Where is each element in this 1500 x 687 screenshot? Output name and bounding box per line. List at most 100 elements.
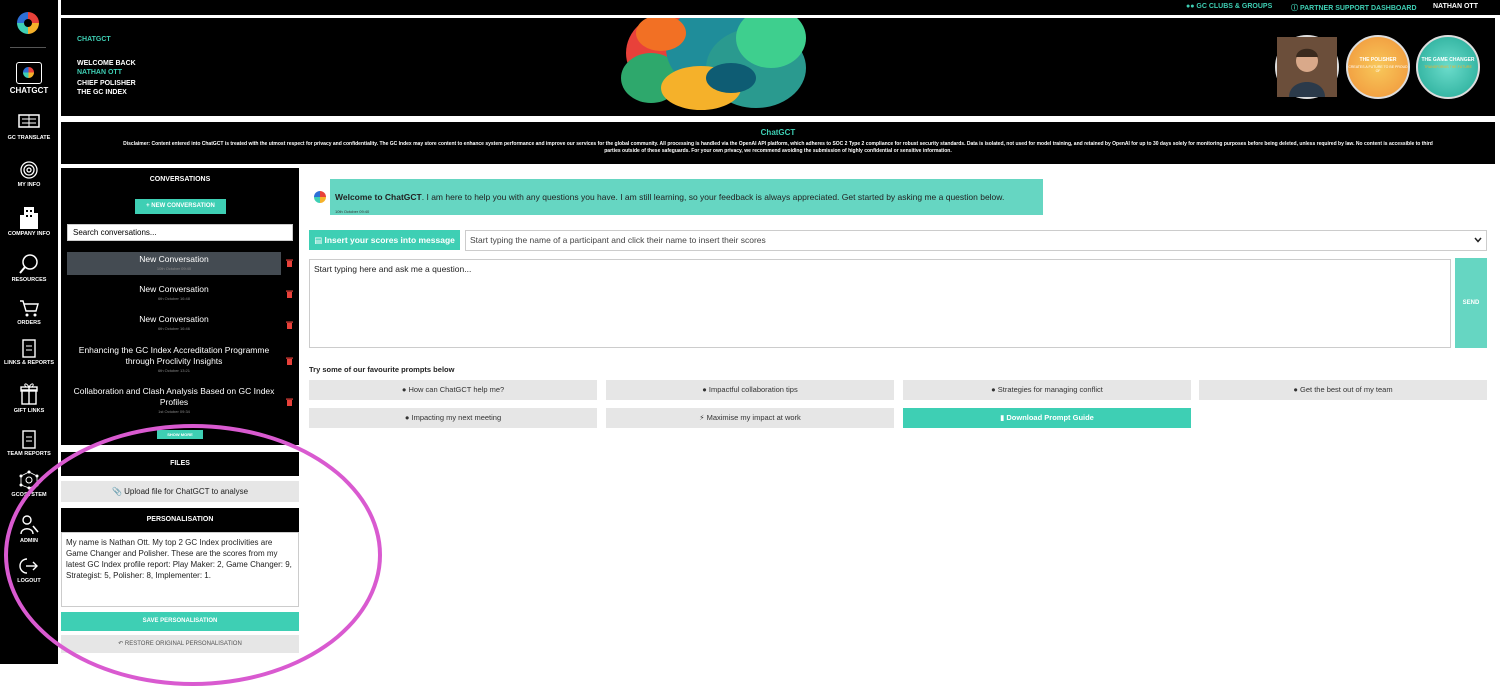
prompt-button-conflict[interactable]: ● Strategies for managing conflict [903, 380, 1191, 400]
nav-item-resources[interactable]: RESOURCES [0, 253, 58, 283]
prompt-button-impact[interactable]: ⚡ Maximise my impact at work [606, 408, 894, 428]
nav-item-logout[interactable]: LOGOUT [0, 556, 58, 584]
nav-item-gcosystem[interactable]: GCOSYSTEM [0, 470, 58, 498]
undo-icon: ↶ [118, 641, 124, 647]
team-icon: ● [1293, 385, 1298, 394]
nav-label: RESOURCES [11, 277, 47, 283]
badge-subtitle: TRANSFORMS THE FUTURE [1424, 65, 1472, 69]
welcome-bold: Welcome to ChatGCT [335, 192, 422, 202]
download-prompt-guide-button[interactable]: ▮ Download Prompt Guide [903, 408, 1191, 428]
conversation-title: Enhancing the GC Index Accreditation Pro… [78, 345, 270, 366]
prompt-label: Download Prompt Guide [1006, 413, 1094, 422]
prompt-button-team[interactable]: ● Get the best out of my team [1199, 380, 1487, 400]
nav-item-my-info[interactable]: MY INFO [0, 160, 58, 188]
search-conversations-input[interactable] [67, 224, 293, 241]
badge-title: THE POLISHER [1359, 57, 1397, 63]
nav-item-team-reports[interactable]: TEAM REPORTS [0, 429, 58, 457]
trash-icon[interactable] [286, 259, 293, 267]
nav-label: MY INFO [17, 182, 41, 188]
lightbulb-icon: ● [401, 385, 407, 394]
nav-label: GIFT LINKS [13, 408, 45, 414]
welcome-rest: . I am here to help you with any questio… [421, 192, 1005, 202]
avatar-photo [1277, 37, 1337, 97]
participant-select[interactable]: Start typing the name of a participant a… [465, 230, 1487, 251]
new-conversation-button[interactable]: + NEW CONVERSATION [135, 199, 226, 214]
upload-file-label: Upload file for ChatGCT to analyse [124, 487, 249, 496]
send-button[interactable]: SEND [1455, 258, 1487, 348]
nav-label: LOGOUT [17, 578, 41, 584]
partner-dashboard-link[interactable]: ⓘ PARTNER SUPPORT DASHBOARD [1291, 3, 1417, 13]
disclaimer-text: Disclaimer: Content entered into ChatGCT… [123, 141, 1433, 154]
nav-label: COMPANY INFO [7, 231, 51, 237]
polisher-badge: THE POLISHER CREATES A FUTURE TO BE PROU… [1346, 35, 1410, 99]
partner-dashboard-label: PARTNER SUPPORT DASHBOARD [1299, 5, 1417, 12]
prompt-label: Strategies for managing conflict [997, 385, 1103, 394]
participant-select-placeholder: Start typing the name of a participant a… [470, 235, 766, 245]
nav-item-chatgct[interactable]: CHATGCT [0, 62, 58, 95]
insert-scores-button[interactable]: ▤ Insert your scores into message [309, 230, 460, 250]
insert-scores-label: Insert your scores into message [324, 235, 455, 245]
disclaimer-title: ChatGCT [760, 128, 796, 137]
conversation-item[interactable]: New Conversation 6th October 16:48 [67, 284, 281, 301]
cart-icon [20, 300, 39, 317]
message-timestamp: 10th October 09:40 [335, 209, 370, 214]
header-banner: CHATGCT WELCOME BACK NATHAN OTT CHIEF PO… [61, 18, 1495, 116]
trash-icon[interactable] [286, 290, 293, 298]
prompt-label: Maximise my impact at work [706, 413, 801, 422]
welcome-message: Welcome to ChatGCT. I am here to help yo… [330, 179, 1043, 215]
game-changer-badge: THE GAME CHANGER TRANSFORMS THE FUTURE [1416, 35, 1480, 99]
save-personalisation-button[interactable]: SAVE PERSONALISATION [61, 612, 299, 631]
chatgct-avatar-icon [314, 191, 326, 203]
prompt-button-help[interactable]: ● How can ChatGCT help me? [309, 380, 597, 400]
welcome-text: WELCOME BACK [77, 60, 136, 67]
conversation-item[interactable]: Enhancing the GC Index Accreditation Pro… [67, 345, 281, 373]
handshake-icon: ● [702, 385, 707, 394]
restore-personalisation-button[interactable]: ↶ RESTORE ORIGINAL PERSONALISATION [61, 635, 299, 653]
nav-item-gc-translate[interactable]: GC TRANSLATE [0, 113, 58, 141]
nav-item-gift-links[interactable]: GIFT LINKS [0, 380, 58, 414]
avatar[interactable] [1275, 35, 1339, 99]
nav-label: ADMIN [19, 538, 39, 544]
badge-subtitle: CREATES A FUTURE TO BE PROUD OF [1348, 65, 1408, 73]
admin-icon [20, 515, 39, 535]
clubs-groups-link[interactable]: ●● GC CLUBS & GROUPS [1186, 3, 1272, 10]
upload-file-button[interactable]: 📎 Upload file for ChatGCT to analyse [61, 481, 299, 502]
nav-item-admin[interactable]: ADMIN [0, 514, 58, 544]
gc-logo-icon[interactable] [17, 12, 39, 34]
conversation-title: Collaboration and Clash Analysis Based o… [73, 386, 275, 407]
clubs-groups-label: GC CLUBS & GROUPS [1196, 3, 1273, 10]
chart-icon: ▤ [314, 235, 323, 245]
nav-item-links-reports[interactable]: LINKS & REPORTS [0, 338, 58, 366]
show-more-button[interactable]: SHOW MORE [157, 430, 203, 439]
question-input[interactable] [309, 259, 1451, 348]
nav-label: GC TRANSLATE [7, 135, 51, 141]
conversation-date: 6th October 16:48 [157, 296, 191, 301]
conversation-title: New Conversation [139, 284, 209, 294]
conversation-title: New Conversation [139, 254, 209, 264]
bolt-icon: ⚡ [699, 413, 705, 422]
nav-label: CHATGCT [9, 86, 49, 95]
prompt-button-collaboration[interactable]: ● Impactful collaboration tips [606, 380, 894, 400]
building-icon [20, 207, 38, 229]
nav-item-orders[interactable]: ORDERS [0, 298, 58, 326]
conversation-title: New Conversation [139, 314, 209, 324]
conversation-item[interactable]: New Conversation 10th October 09:40 [67, 252, 281, 275]
user-role: CHIEF POLISHER [77, 80, 136, 87]
prompt-label: Get the best out of my team [1300, 385, 1393, 394]
personalisation-textarea[interactable]: My name is Nathan Ott. My top 2 GC Index… [61, 532, 299, 607]
search-resources-icon [19, 254, 38, 274]
prompt-button-meeting[interactable]: ● Impacting my next meeting [309, 408, 597, 428]
conversation-item[interactable]: New Conversation 6th October 16:46 [67, 314, 281, 331]
nav-label: LINKS & REPORTS [3, 360, 55, 366]
user-name-link[interactable]: NATHAN OTT [1433, 3, 1478, 10]
conversation-date: 10th October 09:40 [156, 266, 192, 271]
left-nav: CHATGCT GC TRANSLATE MY INFO COMPANY INF… [0, 0, 58, 664]
fingerprint-icon [20, 161, 38, 179]
nav-item-company-info[interactable]: COMPANY INFO [0, 205, 58, 237]
trash-icon[interactable] [286, 321, 293, 329]
document-icon: ▮ [1000, 413, 1005, 422]
trash-icon[interactable] [286, 357, 293, 365]
conversation-item[interactable]: Collaboration and Clash Analysis Based o… [67, 386, 281, 414]
trash-icon[interactable] [286, 398, 293, 406]
nav-divider [10, 47, 46, 48]
